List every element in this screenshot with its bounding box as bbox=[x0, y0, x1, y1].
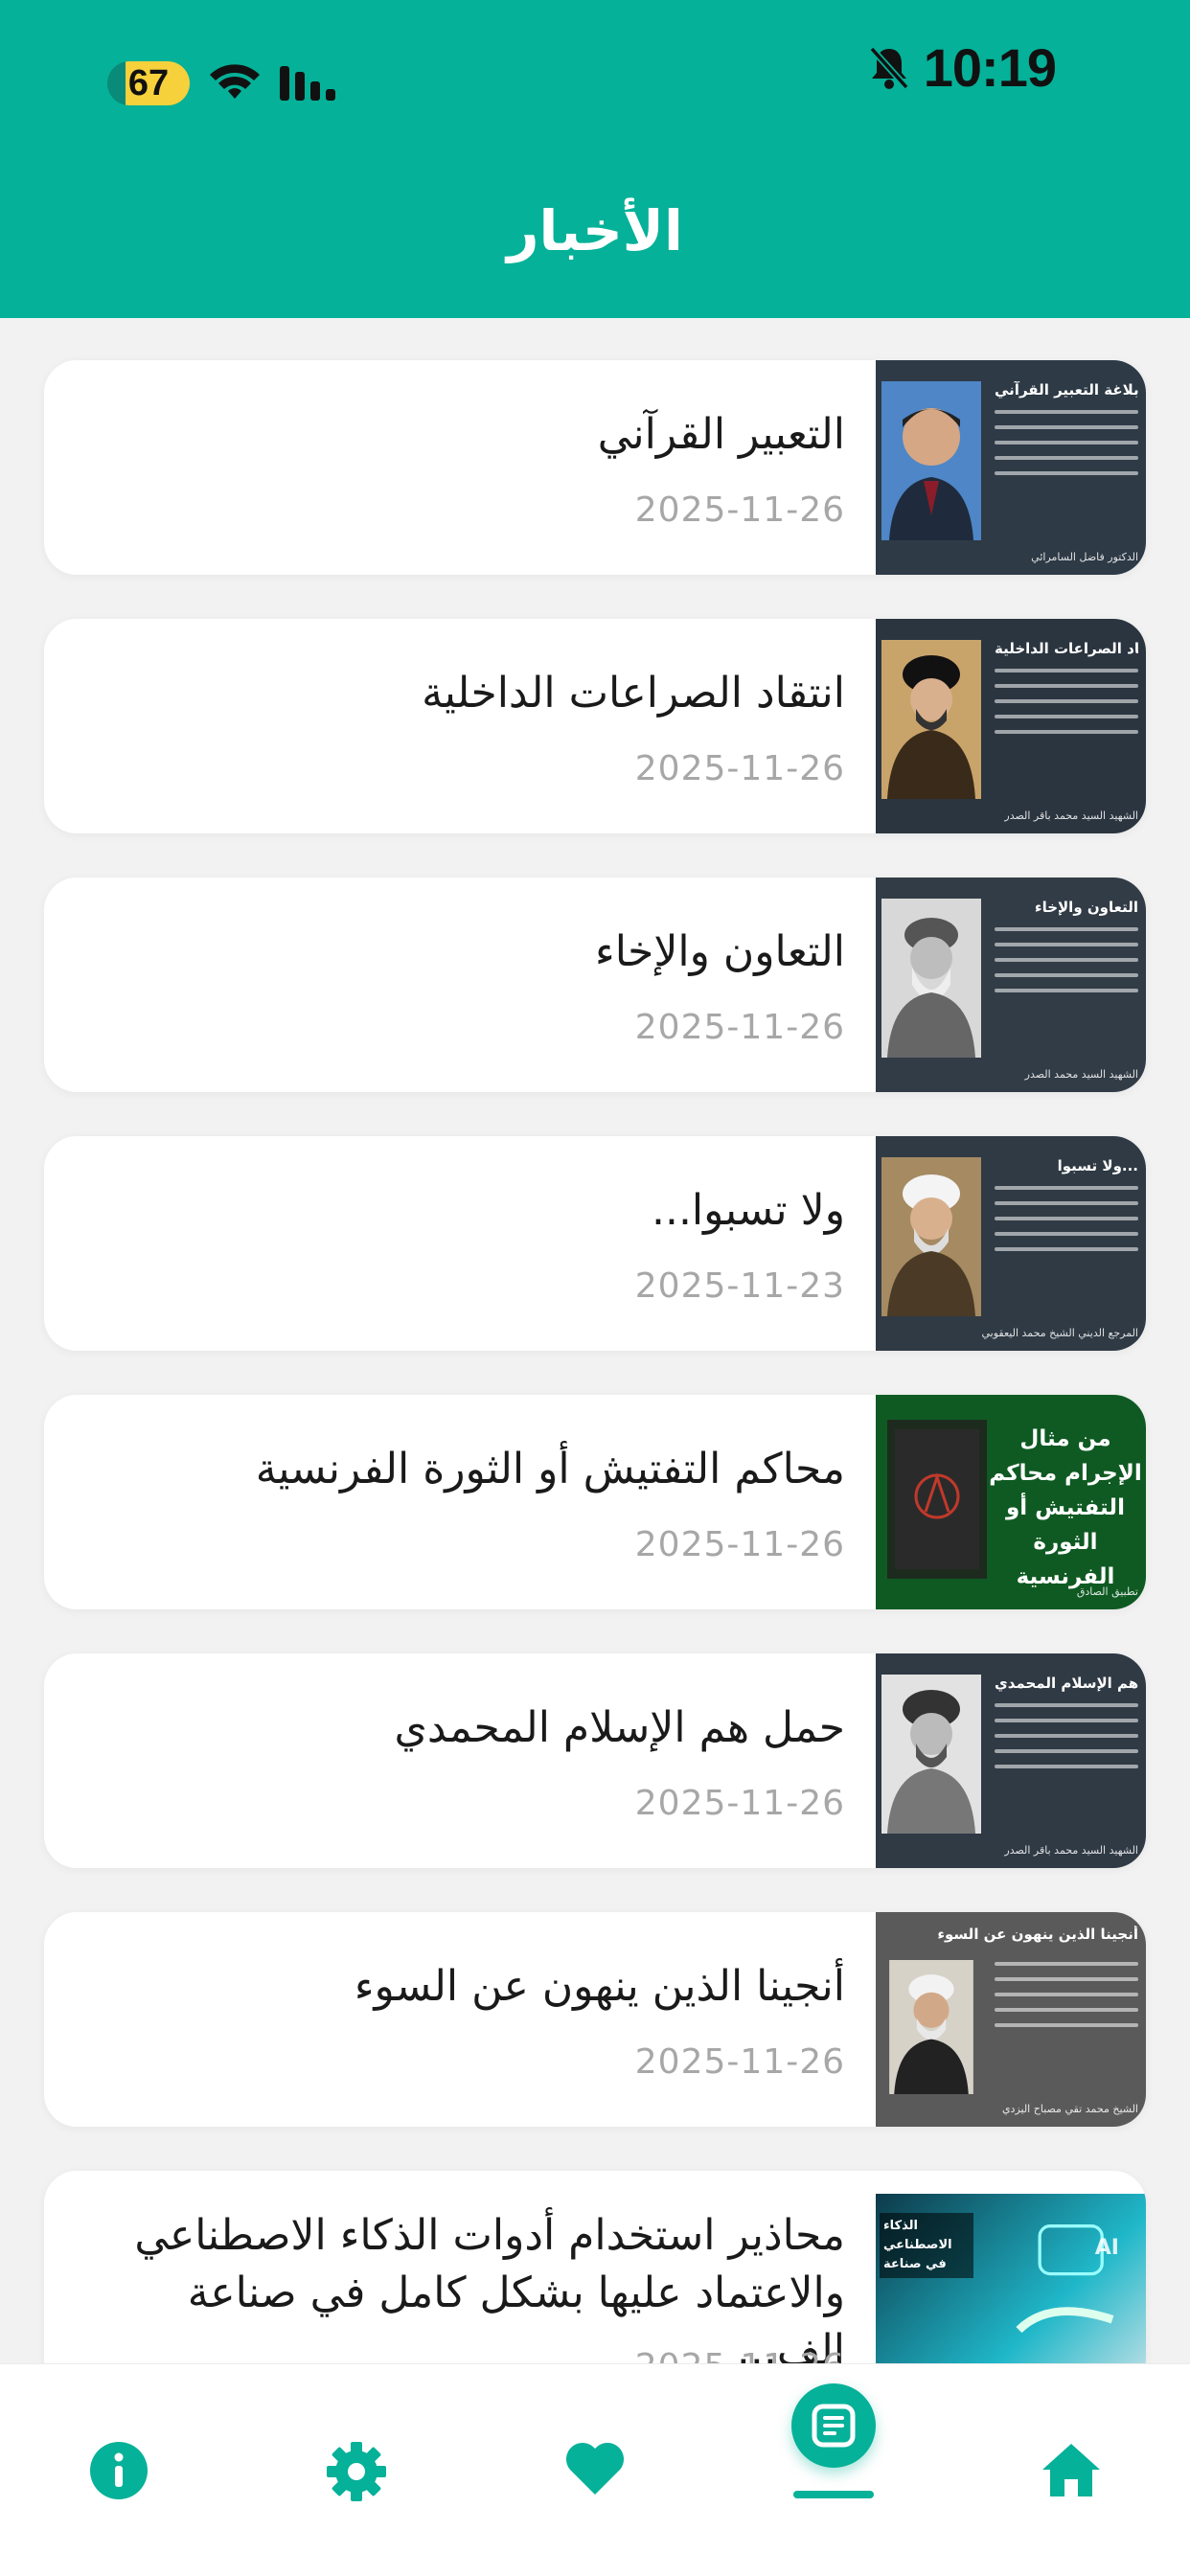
thumbnail-heading: حمل هم الإسلام المحمدي bbox=[995, 1675, 1138, 1692]
thumbnail-footer: الشهيد السيد محمد باقر الصدر bbox=[1004, 809, 1138, 822]
thumbnail-heading: أنجينا الذين ينهون عن السوء bbox=[937, 1926, 1138, 1943]
wifi-icon bbox=[210, 64, 260, 99]
gear-icon bbox=[327, 2442, 386, 2501]
news-title: التعبير القرآني bbox=[597, 410, 845, 459]
news-icon bbox=[812, 2404, 856, 2448]
news-card[interactable]: حمل هم الإسلام المحمدي الشهيد السيد محمد… bbox=[44, 1653, 1146, 1868]
tab-favorites[interactable] bbox=[542, 2441, 648, 2546]
active-tab-indicator bbox=[793, 2491, 874, 2498]
home-icon bbox=[1042, 2444, 1100, 2496]
thumbnail-heading: من مثال الإجرام محاكم التفتيش أو الثورة … bbox=[989, 1426, 1142, 1589]
tab-news[interactable] bbox=[781, 2383, 886, 2546]
thumbnail-heading: الذكاء الاصطناعي في صناعة bbox=[880, 2213, 973, 2278]
status-time: 10:19 bbox=[923, 37, 1057, 98]
thumbnail-footer: AI bbox=[1094, 2236, 1119, 2260]
news-thumbnail: حمل هم الإسلام المحمدي الشهيد السيد محمد… bbox=[876, 1653, 1146, 1868]
news-card[interactable]: التعاون والإخاء الشهيد السيد محمد الصدر … bbox=[44, 878, 1146, 1092]
news-card[interactable]: انتقاد الصراعات الداخلية الشهيد السيد مح… bbox=[44, 619, 1146, 833]
portrait-image bbox=[881, 1157, 981, 1316]
info-icon bbox=[90, 2442, 148, 2499]
thumbnail-footer: تطبيق الصادق bbox=[1076, 1585, 1138, 1598]
battery-indicator: 67 bbox=[107, 61, 190, 105]
news-thumbnail: أنجينا الذين ينهون عن السوء الشيخ محمد ت… bbox=[876, 1912, 1146, 2127]
tab-home[interactable] bbox=[1018, 2441, 1124, 2546]
thumbnail-footer: الشيخ محمد تقي مصباح اليزدي bbox=[1001, 2103, 1138, 2115]
news-date: 2025-11-26 bbox=[634, 1784, 845, 1823]
news-list[interactable]: بلاغة التعبير القرآني الدكتور فاضل السام… bbox=[0, 318, 1190, 2363]
thumbnail-heading: بلاغة التعبير القرآني bbox=[995, 381, 1138, 399]
news-title: ولا تسبوا... bbox=[651, 1186, 845, 1235]
app-header: 67 10:19 الأخبار bbox=[0, 0, 1190, 318]
tab-news-active-bg bbox=[791, 2383, 876, 2468]
heart-icon bbox=[565, 2442, 625, 2495]
news-date: 2025-11-26 bbox=[634, 2042, 845, 2082]
status-right: 10:19 bbox=[868, 36, 1057, 99]
thumbnail-footer: الشهيد السيد محمد باقر الصدر bbox=[1004, 1844, 1138, 1857]
news-card[interactable]: بلاغة التعبير القرآني الدكتور فاضل السام… bbox=[44, 360, 1146, 575]
news-date: 2025-11-26 bbox=[634, 1008, 845, 1047]
news-thumbnail: التعاون والإخاء الشهيد السيد محمد الصدر bbox=[876, 878, 1146, 1092]
news-title: محاكم التفتيش أو الثورة الفرنسية bbox=[255, 1445, 845, 1493]
portrait-image bbox=[889, 1960, 973, 2094]
news-card[interactable]: ولا تسبوا... المرجع الديني الشيخ محمد ال… bbox=[44, 1136, 1146, 1351]
news-thumbnail: الذكاء الاصطناعي في صناعة AI bbox=[876, 2194, 1146, 2363]
bell-muted-icon bbox=[869, 46, 909, 89]
bottom-tab-bar bbox=[0, 2363, 1190, 2576]
news-title: محاذير استخدام أدوات الذكاء الاصطناعي وا… bbox=[134, 2211, 845, 2363]
tab-info[interactable] bbox=[66, 2441, 172, 2546]
portrait-image bbox=[881, 381, 981, 540]
thumbnail-footer: الدكتور فاضل السامرائي bbox=[1031, 551, 1138, 563]
news-title: التعاون والإخاء bbox=[595, 927, 845, 976]
news-date: 2025-11-26 bbox=[635, 2347, 845, 2363]
news-thumbnail: انتقاد الصراعات الداخلية الشهيد السيد مح… bbox=[876, 619, 1146, 833]
news-card[interactable]: من مثال الإجرام محاكم التفتيش أو الثورة … bbox=[44, 1395, 1146, 1609]
portrait-image bbox=[881, 1675, 981, 1834]
news-date: 2025-11-26 bbox=[634, 749, 845, 788]
tab-settings[interactable] bbox=[304, 2441, 409, 2546]
thumbnail-heading: انتقاد الصراعات الداخلية bbox=[995, 640, 1138, 657]
news-card[interactable]: الذكاء الاصطناعي في صناعة AI محاذير استخ… bbox=[44, 2171, 1146, 2363]
portrait-image bbox=[881, 640, 981, 799]
news-thumbnail: ولا تسبوا... المرجع الديني الشيخ محمد ال… bbox=[876, 1136, 1146, 1351]
news-date: 2025-11-23 bbox=[634, 1266, 845, 1306]
news-thumbnail: بلاغة التعبير القرآني الدكتور فاضل السام… bbox=[876, 360, 1146, 575]
status-left: 67 bbox=[107, 61, 341, 105]
portrait-image bbox=[881, 899, 981, 1058]
robot-image bbox=[1016, 2224, 1114, 2334]
thumbnail-heading: ولا تسبوا... bbox=[1057, 1157, 1138, 1174]
news-thumbnail: من مثال الإجرام محاكم التفتيش أو الثورة … bbox=[876, 1395, 1146, 1609]
book-image bbox=[887, 1420, 987, 1579]
news-card[interactable]: أنجينا الذين ينهون عن السوء الشيخ محمد ت… bbox=[44, 1912, 1146, 2127]
thumbnail-heading: التعاون والإخاء bbox=[1034, 899, 1138, 916]
news-title: انتقاد الصراعات الداخلية bbox=[422, 669, 845, 718]
signal-icon bbox=[280, 66, 335, 101]
news-title: أنجينا الذين ينهون عن السوء bbox=[354, 1962, 845, 2011]
page-title: الأخبار bbox=[507, 198, 683, 263]
thumbnail-footer: الشهيد السيد محمد الصدر bbox=[1024, 1068, 1138, 1081]
news-date: 2025-11-26 bbox=[634, 490, 845, 530]
news-title: حمل هم الإسلام المحمدي bbox=[394, 1703, 845, 1752]
news-date: 2025-11-26 bbox=[634, 1525, 845, 1564]
thumbnail-footer: المرجع الديني الشيخ محمد اليعقوبي bbox=[981, 1327, 1139, 1339]
